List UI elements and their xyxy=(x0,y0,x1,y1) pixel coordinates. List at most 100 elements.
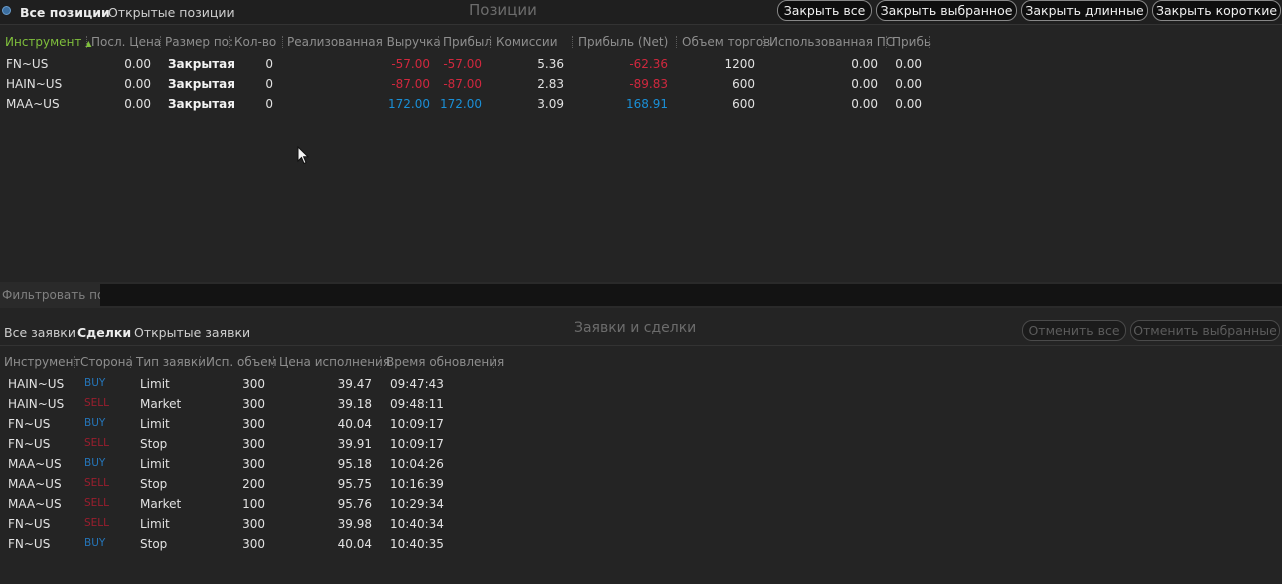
col-extra[interactable]: Прибь xyxy=(892,35,931,49)
column-resize-handle[interactable] xyxy=(763,36,766,48)
filter-bar: Фильтровать по xyxy=(0,282,1282,308)
col-fill-price[interactable]: Цена исполнения xyxy=(279,355,390,369)
order-volume: 300 xyxy=(242,537,265,551)
tab-all-positions[interactable]: Все позиции xyxy=(20,5,110,20)
tab-open-orders[interactable]: Открытые заявки xyxy=(134,325,250,340)
order-instrument: HAIN~US xyxy=(8,377,65,391)
order-type: Stop xyxy=(140,477,168,491)
cancel-selected-button[interactable]: Отменить выбранные xyxy=(1130,320,1280,341)
position-revenue: -87.00 xyxy=(391,77,430,91)
position-volume: 600 xyxy=(732,77,755,91)
col-qty[interactable]: Кол-во xyxy=(234,35,276,49)
col-instrument[interactable]: Инструмент ▲ xyxy=(5,35,91,49)
col-used-margin[interactable]: Использованная ПС xyxy=(769,35,894,49)
order-side: SELL xyxy=(84,477,109,489)
col-realized-revenue[interactable]: Реализованная Выручка xyxy=(287,35,441,49)
position-profit: -57.00 xyxy=(443,57,482,71)
close-long-button[interactable]: Закрыть длинные xyxy=(1021,0,1148,21)
column-resize-handle[interactable] xyxy=(273,356,276,368)
order-side: SELL xyxy=(84,497,109,509)
position-extra: 0.00 xyxy=(895,57,922,71)
column-resize-handle[interactable] xyxy=(380,356,383,368)
order-volume: 300 xyxy=(242,517,265,531)
column-resize-handle[interactable] xyxy=(282,36,285,48)
filter-input[interactable] xyxy=(100,284,1282,306)
position-net-profit: -89.83 xyxy=(629,77,668,91)
order-instrument: FN~US xyxy=(8,537,51,551)
position-used-margin: 0.00 xyxy=(851,97,878,111)
tab-trades[interactable]: Сделки xyxy=(77,325,131,340)
column-resize-handle[interactable] xyxy=(490,36,493,48)
order-time: 10:09:17 xyxy=(390,417,444,431)
order-time: 10:40:34 xyxy=(390,517,444,531)
position-last-price: 0.00 xyxy=(124,57,151,71)
col-profit[interactable]: Прибыл xyxy=(443,35,492,49)
col-size[interactable]: Размер по: xyxy=(165,35,233,49)
col-last-price[interactable]: Посл. Цена xyxy=(91,35,161,49)
column-resize-handle[interactable] xyxy=(572,36,575,48)
column-resize-handle[interactable] xyxy=(86,36,89,48)
order-price: 39.47 xyxy=(337,377,372,391)
position-profit: -87.00 xyxy=(443,77,482,91)
position-instrument: MAA~US xyxy=(6,97,60,111)
column-resize-handle[interactable] xyxy=(229,36,232,48)
order-type: Limit xyxy=(140,377,170,391)
order-side: BUY xyxy=(84,377,106,389)
order-type: Market xyxy=(140,397,182,411)
order-instrument: FN~US xyxy=(8,437,51,451)
col-side[interactable]: Сторона xyxy=(80,355,133,369)
position-size: Закрытая xyxy=(168,57,235,71)
column-resize-handle[interactable] xyxy=(929,36,932,48)
order-volume: 300 xyxy=(242,437,265,451)
cancel-all-button[interactable]: Отменить все xyxy=(1022,320,1126,341)
column-resize-handle[interactable] xyxy=(676,36,679,48)
position-last-price: 0.00 xyxy=(124,77,151,91)
column-resize-handle[interactable] xyxy=(74,356,77,368)
column-resize-handle[interactable] xyxy=(130,356,133,368)
order-time: 10:09:17 xyxy=(390,437,444,451)
position-qty: 0 xyxy=(265,57,273,71)
col-instrument[interactable]: Инструмент xyxy=(4,355,80,369)
order-price: 39.91 xyxy=(337,437,372,451)
col-order-type[interactable]: Тип заявки xyxy=(136,355,206,369)
col-update-time[interactable]: Время обновления xyxy=(386,355,504,369)
close-short-button[interactable]: Закрыть короткие xyxy=(1152,0,1281,21)
position-used-margin: 0.00 xyxy=(851,77,878,91)
order-side: BUY xyxy=(84,457,106,469)
close-selected-button[interactable]: Закрыть выбранное xyxy=(876,0,1017,21)
order-time: 10:04:26 xyxy=(390,457,444,471)
order-instrument: MAA~US xyxy=(8,497,62,511)
column-resize-handle[interactable] xyxy=(160,36,163,48)
tab-all-orders[interactable]: Все заявки xyxy=(4,325,76,340)
filter-label: Фильтровать по xyxy=(2,288,105,302)
panel-status-icon xyxy=(2,6,11,15)
orders-toolbar-divider xyxy=(0,345,1282,346)
order-type: Limit xyxy=(140,457,170,471)
order-instrument: FN~US xyxy=(8,517,51,531)
order-type: Limit xyxy=(140,417,170,431)
position-commission: 5.36 xyxy=(537,57,564,71)
position-extra: 0.00 xyxy=(895,77,922,91)
position-revenue: -57.00 xyxy=(391,57,430,71)
col-filled-volume[interactable]: Исп. объем xyxy=(206,355,277,369)
position-size: Закрытая xyxy=(168,77,235,91)
tab-open-positions[interactable]: Открытые позиции xyxy=(108,5,235,20)
col-net-profit[interactable]: Прибыль (Net) xyxy=(578,35,668,49)
order-time: 09:47:43 xyxy=(390,377,444,391)
column-resize-handle[interactable] xyxy=(438,36,441,48)
col-commission[interactable]: Комиссии xyxy=(496,35,558,49)
orders-panel-title: Заявки и сделки xyxy=(574,320,697,336)
col-volume[interactable]: Объем торгов xyxy=(682,35,770,49)
column-resize-handle[interactable] xyxy=(886,36,889,48)
order-type: Limit xyxy=(140,517,170,531)
position-used-margin: 0.00 xyxy=(851,57,878,71)
order-side: BUY xyxy=(84,537,106,549)
order-instrument: FN~US xyxy=(8,417,51,431)
position-commission: 2.83 xyxy=(537,77,564,91)
column-resize-handle[interactable] xyxy=(493,356,496,368)
column-resize-handle[interactable] xyxy=(200,356,203,368)
order-instrument: MAA~US xyxy=(8,477,62,491)
order-price: 40.04 xyxy=(337,417,372,431)
close-all-button[interactable]: Закрыть все xyxy=(777,0,872,21)
order-time: 09:48:11 xyxy=(390,397,444,411)
